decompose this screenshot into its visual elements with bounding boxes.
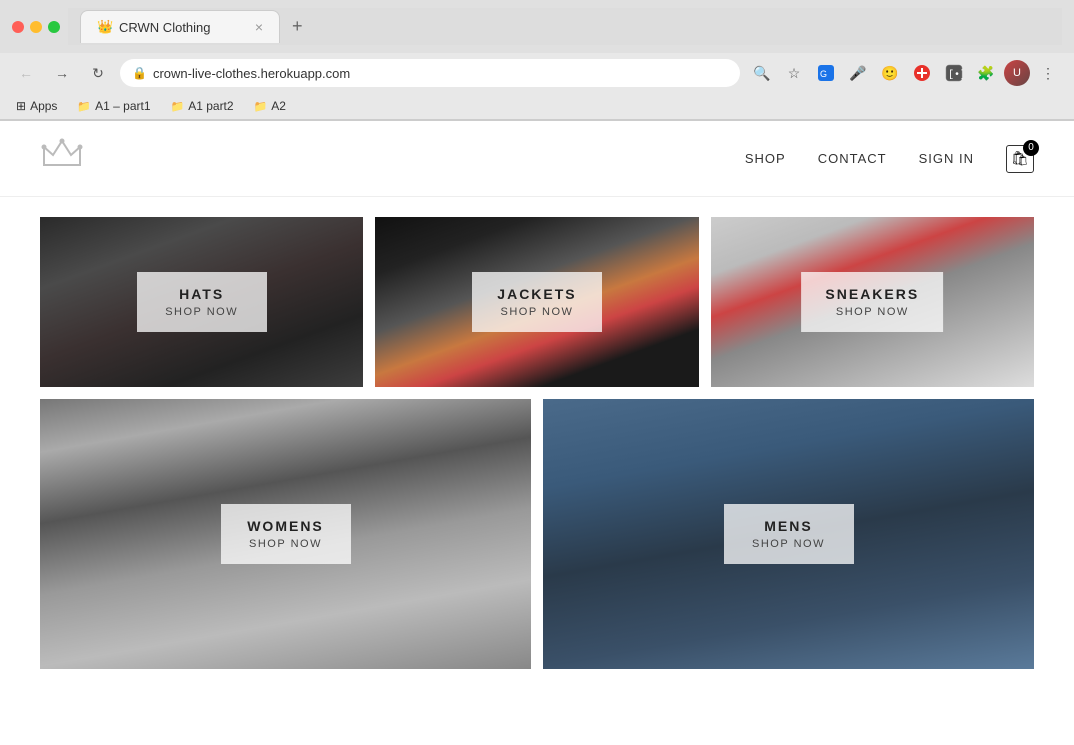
tab-bar: 👑 CRWN Clothing × + xyxy=(68,8,1062,45)
hats-name: HATS xyxy=(161,286,243,302)
translate-icon[interactable]: G xyxy=(812,59,840,87)
site-header: SHOP CONTACT SIGN IN 🛍 0 xyxy=(0,121,1074,197)
site-nav: SHOP CONTACT SIGN IN 🛍 0 xyxy=(745,145,1034,173)
tab-title: CRWN Clothing xyxy=(119,20,211,35)
bookmark-label-2: A1 part2 xyxy=(188,99,233,113)
address-input[interactable]: 🔒 crown-live-clothes.herokuapp.com xyxy=(120,59,740,87)
bookmark-a1-part2[interactable]: 📁 A1 part2 xyxy=(167,97,238,115)
emoji-icon[interactable]: 🙂 xyxy=(876,59,904,87)
womens-overlay: WOMENS SHOP NOW xyxy=(221,504,351,564)
bookmark-label-3: A2 xyxy=(271,99,286,113)
new-tab-button[interactable]: + xyxy=(280,8,315,45)
jackets-shop-now: SHOP NOW xyxy=(496,306,578,318)
shop-nav-link[interactable]: SHOP xyxy=(745,151,786,166)
apps-bookmark[interactable]: ⊞ Apps xyxy=(12,97,61,115)
crown-logo-icon xyxy=(40,137,84,180)
folder-icon-2: 📁 xyxy=(171,100,185,113)
sign-in-nav-link[interactable]: SIGN IN xyxy=(919,151,974,166)
mens-shop-now: SHOP NOW xyxy=(748,538,830,550)
mens-name: MENS xyxy=(748,518,830,534)
mens-overlay: MENS SHOP NOW xyxy=(724,504,854,564)
contact-nav-link[interactable]: CONTACT xyxy=(818,151,887,166)
hats-shop-now: SHOP NOW xyxy=(161,306,243,318)
svg-text:G: G xyxy=(820,69,827,79)
tab-favicon: 👑 xyxy=(97,19,113,35)
url-text: crown-live-clothes.herokuapp.com xyxy=(153,66,350,81)
bookmark-star-icon[interactable]: ☆ xyxy=(780,59,808,87)
toolbar-icons: 🔍 ☆ G 🎤 🙂 [•] 🧩 U ⋮ xyxy=(748,59,1062,87)
address-bar: ← → ↻ 🔒 crown-live-clothes.herokuapp.com… xyxy=(0,53,1074,93)
add-icon[interactable] xyxy=(908,59,936,87)
browser-chrome: 👑 CRWN Clothing × + ← → ↻ 🔒 crown-live-c… xyxy=(0,0,1074,121)
bookmark-a1-part1[interactable]: 📁 A1 – part1 xyxy=(73,97,154,115)
product-grid: HATS SHOP NOW JACKETS SHOP NOW SNEAKERS … xyxy=(0,197,1074,689)
product-card-mens[interactable]: MENS SHOP NOW xyxy=(543,399,1034,669)
title-bar: 👑 CRWN Clothing × + xyxy=(0,0,1074,53)
sneakers-name: SNEAKERS xyxy=(825,286,919,302)
close-button[interactable] xyxy=(12,21,24,33)
more-menu-button[interactable]: ⋮ xyxy=(1034,59,1062,87)
traffic-lights xyxy=(12,21,60,33)
folder-icon-1: 📁 xyxy=(77,100,91,113)
reload-button[interactable]: ↻ xyxy=(84,59,112,87)
sneakers-shop-now: SHOP NOW xyxy=(825,306,919,318)
bookmark-a2[interactable]: 📁 A2 xyxy=(250,97,290,115)
sneakers-overlay: SNEAKERS SHOP NOW xyxy=(801,272,943,332)
product-row-bottom: WOMENS SHOP NOW MENS SHOP NOW xyxy=(40,399,1034,669)
jackets-overlay: JACKETS SHOP NOW xyxy=(472,272,602,332)
jackets-name: JACKETS xyxy=(496,286,578,302)
product-card-sneakers[interactable]: SNEAKERS SHOP NOW xyxy=(711,217,1034,387)
bookmarks-bar: ⊞ Apps 📁 A1 – part1 📁 A1 part2 📁 A2 xyxy=(0,93,1074,120)
apps-label: Apps xyxy=(30,99,57,113)
bookmark-label-1: A1 – part1 xyxy=(95,99,150,113)
user-avatar[interactable]: U xyxy=(1004,60,1030,86)
product-row-top: HATS SHOP NOW JACKETS SHOP NOW SNEAKERS … xyxy=(40,217,1034,387)
lock-icon: 🔒 xyxy=(132,66,147,80)
product-card-jackets[interactable]: JACKETS SHOP NOW xyxy=(375,217,698,387)
maximize-button[interactable] xyxy=(48,21,60,33)
folder-icon-3: 📁 xyxy=(254,100,268,113)
cart-button[interactable]: 🛍 0 xyxy=(1006,145,1034,173)
svg-text:[•]: [•] xyxy=(948,69,963,81)
extensions-icon[interactable]: 🧩 xyxy=(972,59,1000,87)
womens-name: WOMENS xyxy=(245,518,327,534)
product-card-hats[interactable]: HATS SHOP NOW xyxy=(40,217,363,387)
back-button[interactable]: ← xyxy=(12,59,40,87)
search-icon[interactable]: 🔍 xyxy=(748,59,776,87)
product-card-womens[interactable]: WOMENS SHOP NOW xyxy=(40,399,531,669)
record-icon[interactable]: [•] xyxy=(940,59,968,87)
active-tab[interactable]: 👑 CRWN Clothing × xyxy=(80,10,280,43)
website-content: SHOP CONTACT SIGN IN 🛍 0 HATS SHOP NOW xyxy=(0,121,1074,745)
site-logo[interactable] xyxy=(40,137,84,180)
forward-button[interactable]: → xyxy=(48,59,76,87)
hats-overlay: HATS SHOP NOW xyxy=(137,272,267,332)
cart-count-badge: 0 xyxy=(1023,140,1039,156)
apps-grid-icon: ⊞ xyxy=(16,99,26,113)
mic-icon[interactable]: 🎤 xyxy=(844,59,872,87)
minimize-button[interactable] xyxy=(30,21,42,33)
tab-close-button[interactable]: × xyxy=(255,19,263,35)
womens-shop-now: SHOP NOW xyxy=(245,538,327,550)
